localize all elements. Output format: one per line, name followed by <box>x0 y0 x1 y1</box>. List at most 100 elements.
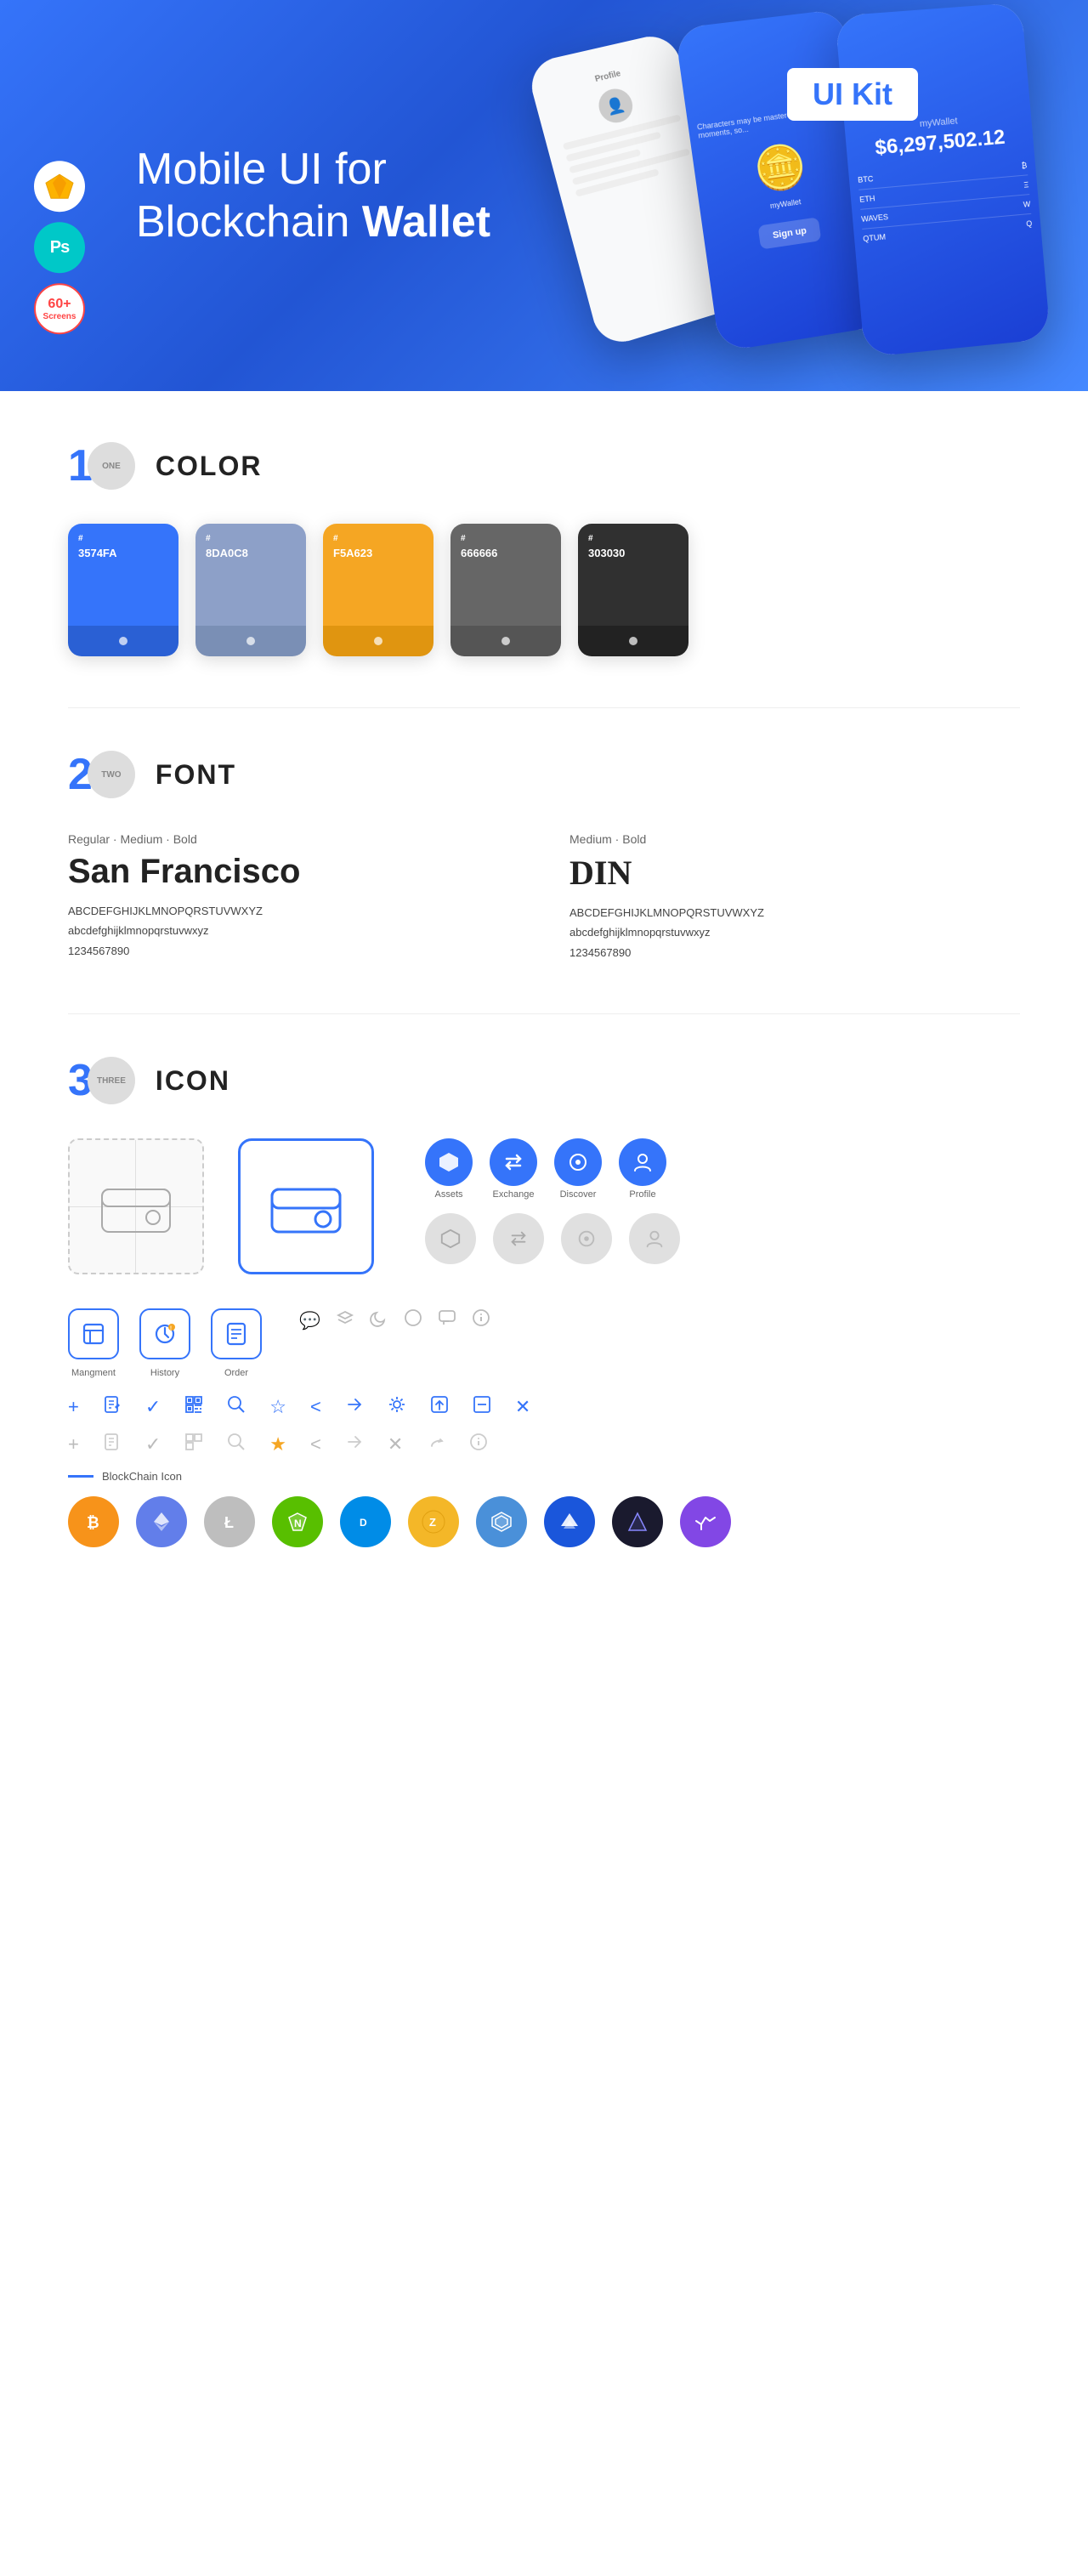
chevron-left-icon-gray: < <box>310 1433 321 1455</box>
phone-screen-right: myWallet $6,297,502.12 BTC₿ ETHΞ WAVESW … <box>835 3 1051 358</box>
ethereum-icon <box>136 1496 187 1547</box>
hero-title-regular: Mobile UI for Blockchain <box>136 145 387 247</box>
close-icon[interactable]: ✕ <box>515 1396 530 1418</box>
nav-icons-group: Assets Exchange Discover <box>425 1138 680 1264</box>
assets-icon <box>425 1138 473 1186</box>
exchange-icon <box>490 1138 537 1186</box>
misc-icons-row: 💬 <box>299 1308 490 1332</box>
upload-icon[interactable] <box>430 1395 449 1419</box>
svg-text:D: D <box>360 1517 367 1529</box>
vertex-icon <box>612 1496 663 1547</box>
matic-icon <box>680 1496 731 1547</box>
qr-icon[interactable] <box>184 1395 203 1419</box>
bitcoin-icon: ₿ <box>68 1496 119 1547</box>
management-icon <box>68 1308 119 1359</box>
color-swatch-dark: # 303030 <box>578 524 688 656</box>
ps-badge: Ps <box>34 222 85 273</box>
wallet-icon-colored <box>238 1138 374 1274</box>
x-icon-gray: ✕ <box>388 1433 403 1455</box>
chat-icon: 💬 <box>299 1310 320 1331</box>
chevron-left-icon[interactable]: < <box>310 1396 321 1418</box>
color-swatch-blue: # 3574FA <box>68 524 178 656</box>
hero-badges: Ps 60+ Screens <box>34 161 85 334</box>
font-din: Medium · Bold DIN ABCDEFGHIJKLMNOPQRSTUV… <box>570 832 1020 962</box>
hero-section: Ps 60+ Screens Mobile UI for Blockchain … <box>0 0 1088 391</box>
discover-label: Discover <box>560 1189 597 1200</box>
icon-section-circle: THREE <box>88 1057 135 1104</box>
color-swatch-gray: # 666666 <box>450 524 561 656</box>
svg-text:N: N <box>294 1518 302 1529</box>
din-style-label: Medium · Bold <box>570 832 1020 846</box>
blockchain-label: BlockChain Icon <box>102 1470 182 1483</box>
share-icon[interactable] <box>345 1395 364 1419</box>
nav-icons-row-filled: Assets Exchange Discover <box>425 1138 680 1200</box>
info-icon-gray <box>469 1433 488 1456</box>
main-content: 1 ONE COLOR # 3574FA # 8DA0C8 <box>0 391 1088 1649</box>
settings-icon[interactable] <box>388 1395 406 1419</box>
font-section: 2 TWO FONT Regular · Medium · Bold San F… <box>68 751 1020 962</box>
sketch-badge <box>34 161 85 212</box>
svg-text:₿: ₿ <box>87 1514 99 1531</box>
litecoin-icon: Ł <box>204 1496 255 1547</box>
icon-grid-main: Assets Exchange Discover <box>68 1138 1020 1274</box>
profile-icon <box>619 1138 666 1186</box>
din-numbers: 1234567890 <box>570 943 1020 962</box>
sf-numbers: 1234567890 <box>68 941 518 961</box>
icon-section-header: 3 THREE ICON <box>68 1057 1020 1104</box>
sf-style-label: Regular · Medium · Bold <box>68 832 518 846</box>
color-swatch-grayblue: # 8DA0C8 <box>196 524 306 656</box>
order-label: Order <box>224 1368 248 1378</box>
font-section-circle: TWO <box>88 751 135 798</box>
din-uppercase: ABCDEFGHIJKLMNOPQRSTUVWXYZ <box>570 903 1020 922</box>
discover-icon-item: Discover <box>554 1138 602 1200</box>
moon-icon <box>370 1308 388 1332</box>
sf-lowercase: abcdefghijklmnopqrstuvwxyz <box>68 921 518 940</box>
order-icon-item: Order <box>211 1308 262 1378</box>
star-icon[interactable]: ☆ <box>269 1396 286 1418</box>
history-icon: ! <box>139 1308 190 1359</box>
font-sf: Regular · Medium · Bold San Francisco AB… <box>68 832 518 962</box>
sf-uppercase: ABCDEFGHIJKLMNOPQRSTUVWXYZ <box>68 901 518 921</box>
circle-icon <box>404 1308 422 1332</box>
din-lowercase: abcdefghijklmnopqrstuvwxyz <box>570 922 1020 942</box>
redo-icon-gray <box>427 1433 445 1456</box>
blockchain-label-row: BlockChain Icon <box>68 1470 1020 1483</box>
divider-2 <box>68 1013 1020 1014</box>
management-label: Mangment <box>71 1368 116 1378</box>
tool-icons-row-gray: + ✓ ★ < ✕ <box>68 1433 1020 1456</box>
bottom-icons-row: Mangment ! History Order 💬 <box>68 1308 1020 1378</box>
waves-icon <box>544 1496 595 1547</box>
neo-icon: N <box>272 1496 323 1547</box>
search-icon[interactable] <box>227 1395 246 1419</box>
grid-overlay <box>70 1140 202 1273</box>
color-swatch-orange: # F5A623 <box>323 524 434 656</box>
assets-label: Assets <box>434 1189 462 1200</box>
edit-doc-icon[interactable] <box>103 1395 122 1419</box>
exchange-icon-item: Exchange <box>490 1138 537 1200</box>
font-section-num: 2 TWO <box>68 751 135 798</box>
screens-label: Screens <box>43 312 76 321</box>
color-section-title: COLOR <box>156 451 263 482</box>
icon-section: 3 THREE ICON <box>68 1057 1020 1547</box>
expand-icon[interactable] <box>473 1395 491 1419</box>
order-icon <box>211 1308 262 1359</box>
plus-icon[interactable]: + <box>68 1396 79 1418</box>
exchange-label: Exchange <box>493 1189 535 1200</box>
layers-icon <box>336 1308 354 1332</box>
management-icon-item: Mangment <box>68 1308 119 1378</box>
font-circle-label: TWO <box>101 770 121 780</box>
nav-icons-row-outline <box>425 1213 680 1264</box>
exchange-outline-icon <box>493 1213 544 1264</box>
svg-text:Ł: Ł <box>224 1514 234 1531</box>
icon-section-num: 3 THREE <box>68 1057 135 1104</box>
screens-badge: 60+ Screens <box>34 283 85 334</box>
ui-kit-badge: UI Kit <box>787 68 918 121</box>
color-swatches: # 3574FA # 8DA0C8 # F5A623 <box>68 524 1020 656</box>
blockchain-line <box>68 1475 94 1478</box>
wallet-wireframe-container <box>68 1138 204 1274</box>
crypto-icons-row: ₿ Ł N D Z <box>68 1496 1020 1547</box>
tool-icons-row-blue: + ✓ ☆ < ✕ <box>68 1395 1020 1419</box>
check-icon[interactable]: ✓ <box>145 1396 161 1418</box>
history-icon-item: ! History <box>139 1308 190 1378</box>
color-section-num: 1 ONE <box>68 442 135 490</box>
